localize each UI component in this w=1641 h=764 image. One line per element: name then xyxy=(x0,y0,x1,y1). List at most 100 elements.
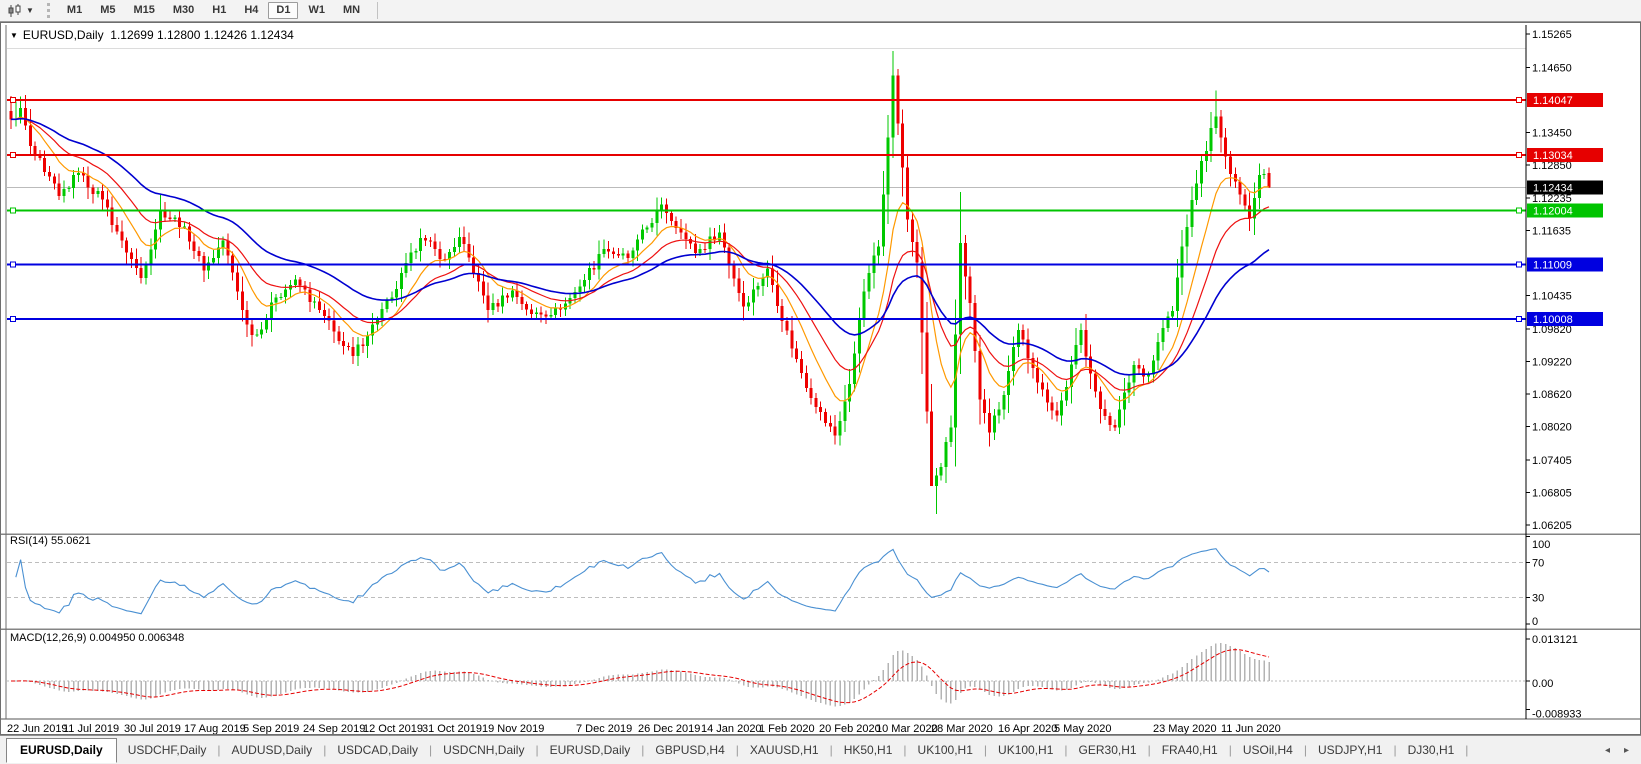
candle-body xyxy=(279,297,282,298)
tab-item[interactable]: AUDUSD,Daily xyxy=(221,743,324,757)
macd-axis-label: 0.00 xyxy=(1532,678,1553,690)
candle-body xyxy=(453,247,456,252)
timeframe-button-d1[interactable]: D1 xyxy=(268,2,298,19)
candle-body xyxy=(631,251,634,258)
chart-canvas[interactable]: 1.152651.146501.134501.128501.122351.116… xyxy=(1,23,1640,734)
candle-body xyxy=(1084,330,1087,356)
candle-body xyxy=(578,287,581,292)
candle-body xyxy=(458,237,461,247)
candle-body xyxy=(212,258,215,262)
candle-body xyxy=(313,301,316,302)
timeframe-button-m30[interactable]: M30 xyxy=(165,2,202,19)
candle-body xyxy=(491,303,494,310)
candle-body xyxy=(969,277,972,303)
tab-item[interactable]: USDCAD,Daily xyxy=(326,743,429,757)
timeframe-button-m1[interactable]: M1 xyxy=(59,2,90,19)
chart-type-button[interactable]: ▼ xyxy=(4,3,37,19)
candle-body xyxy=(1027,339,1030,358)
candle-body xyxy=(438,249,441,259)
candle-body xyxy=(839,421,842,436)
candle-body xyxy=(197,251,200,256)
candle-body xyxy=(1002,395,1005,409)
chevron-down-icon[interactable]: ▼ xyxy=(10,31,18,40)
price-line-label: 1.10008 xyxy=(1533,314,1573,326)
line-handle[interactable] xyxy=(1517,208,1522,213)
candle-body xyxy=(790,331,793,349)
rsi-axis-label: 30 xyxy=(1532,593,1544,605)
line-handle[interactable] xyxy=(1517,97,1522,102)
timeframe-button-m15[interactable]: M15 xyxy=(125,2,162,19)
timeframe-button-h1[interactable]: H1 xyxy=(204,2,234,19)
candle-body xyxy=(169,218,172,219)
price-axis-label: 1.12235 xyxy=(1532,193,1572,205)
candle-body xyxy=(106,199,109,207)
candle-body xyxy=(829,423,832,427)
tab-item[interactable]: UK100,H1 xyxy=(987,743,1064,757)
tab-separator: | xyxy=(1465,743,1468,757)
tab-item[interactable]: EURUSD,Daily xyxy=(539,743,642,757)
candle-body xyxy=(983,399,986,413)
line-handle[interactable] xyxy=(1517,316,1522,321)
candle-body xyxy=(164,211,167,218)
candle-body xyxy=(593,268,596,269)
tab-item[interactable]: HK50,H1 xyxy=(833,743,904,757)
rsi-axis-label: 0 xyxy=(1532,616,1538,628)
time-axis-label: 23 May 2020 xyxy=(1153,723,1217,734)
tab-item[interactable]: XAUUSD,H1 xyxy=(739,743,830,757)
line-handle[interactable] xyxy=(11,97,16,102)
toolbar-grip xyxy=(47,3,50,18)
rsi-label: RSI(14) 55.0621 xyxy=(10,535,91,547)
line-handle[interactable] xyxy=(11,208,16,213)
candle-body xyxy=(964,243,967,277)
candle-body xyxy=(1190,200,1193,227)
candle-body xyxy=(699,249,702,253)
candle-body xyxy=(626,253,629,258)
candle-body xyxy=(1171,311,1174,316)
candle-body xyxy=(1142,368,1145,376)
candle-body xyxy=(1113,425,1116,427)
rsi-axis-label: 70 xyxy=(1532,558,1544,570)
tab-item[interactable]: USOil,H4 xyxy=(1232,743,1304,757)
time-axis-label: 1 Feb 2020 xyxy=(759,723,815,734)
tab-item[interactable]: GER30,H1 xyxy=(1068,743,1148,757)
tab-item[interactable]: DJ30,H1 xyxy=(1397,743,1466,757)
price-axis-label: 1.09220 xyxy=(1532,356,1572,368)
candle-body xyxy=(120,231,123,240)
symbol-period-label: EURUSD,Daily xyxy=(23,28,104,42)
tab-item[interactable]: USDJPY,H1 xyxy=(1307,743,1393,757)
timeframe-button-m5[interactable]: M5 xyxy=(92,2,123,19)
tab-scroll-left-icon[interactable]: ◂ xyxy=(1605,745,1610,756)
candle-body xyxy=(67,188,70,189)
line-handle[interactable] xyxy=(1517,262,1522,267)
line-handle[interactable] xyxy=(1517,152,1522,157)
timeframe-button-w1[interactable]: W1 xyxy=(300,2,333,19)
tab-active[interactable]: EURUSD,Daily xyxy=(6,738,117,763)
candle-body xyxy=(617,254,620,256)
candle-body xyxy=(978,351,981,399)
candle-body xyxy=(77,173,80,175)
candle-body xyxy=(96,191,99,194)
line-handle[interactable] xyxy=(11,262,16,267)
candle-body xyxy=(342,341,345,346)
price-axis-label: 1.10435 xyxy=(1532,291,1572,303)
candle-body xyxy=(945,442,948,467)
timeframe-button-mn[interactable]: MN xyxy=(335,2,368,19)
line-handle[interactable] xyxy=(11,316,16,321)
tab-item[interactable]: UK100,H1 xyxy=(907,743,984,757)
candle-body xyxy=(1128,382,1131,392)
candle-body xyxy=(400,273,403,289)
tab-item[interactable]: USDCNH,Daily xyxy=(432,743,535,757)
candle-body xyxy=(540,313,543,315)
time-axis-label: 28 Mar 2020 xyxy=(931,723,993,734)
line-handle[interactable] xyxy=(11,152,16,157)
chart-header: ▼EURUSD,Daily 1.12699 1.12800 1.12426 1.… xyxy=(10,28,294,42)
tab-item[interactable]: USDCHF,Daily xyxy=(117,743,218,757)
candle-body xyxy=(535,313,538,314)
tab-item[interactable]: FRA40,H1 xyxy=(1151,743,1229,757)
candle-body xyxy=(1219,117,1222,138)
timeframe-button-h4[interactable]: H4 xyxy=(236,2,266,19)
rsi-axis-label: 100 xyxy=(1532,539,1550,551)
tab-item[interactable]: GBPUSD,H4 xyxy=(644,743,735,757)
tab-scroll-right-icon[interactable]: ▸ xyxy=(1624,745,1629,756)
macd-signal-line xyxy=(11,650,1269,703)
